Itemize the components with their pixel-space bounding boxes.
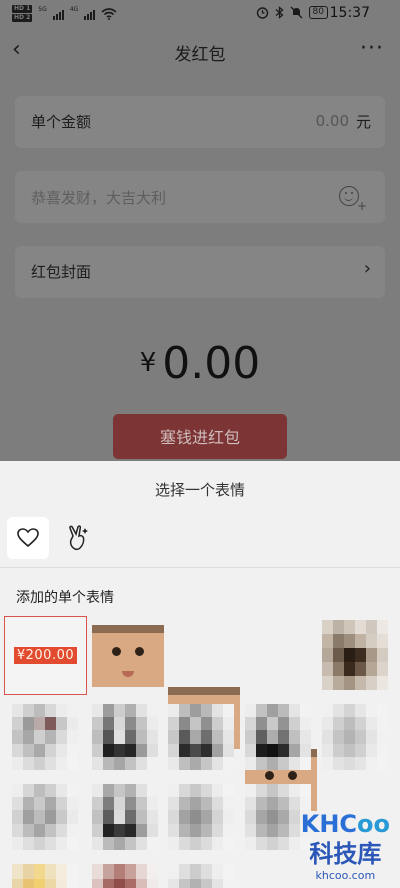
tab-favorites[interactable] bbox=[7, 517, 49, 559]
watermark: KHCoo 科技库 khcoo.com bbox=[301, 810, 390, 882]
scissors-hand-icon bbox=[69, 525, 88, 551]
sticker-grid: ¥200.00 bbox=[0, 616, 400, 888]
signal-icon bbox=[52, 8, 64, 20]
sticker-item[interactable] bbox=[12, 864, 78, 888]
sticker-item[interactable] bbox=[12, 704, 78, 770]
status-bar: HD 1 HD 2 5G 4G 80 15:37 bbox=[0, 0, 400, 28]
title-bar: ‹ 发红包 ··· bbox=[0, 28, 400, 74]
mute-icon bbox=[290, 6, 303, 19]
sheet-title: 选择一个表情 bbox=[154, 481, 245, 499]
sim1-label: HD 1 bbox=[12, 5, 33, 13]
chevron-right-icon: › bbox=[363, 258, 371, 279]
page-title: 发红包 bbox=[174, 45, 226, 65]
amount-input[interactable]: 0.00 bbox=[316, 112, 349, 130]
sticker-item[interactable] bbox=[322, 704, 388, 770]
sticker-item[interactable] bbox=[92, 784, 158, 850]
sticker-item[interactable] bbox=[245, 704, 311, 770]
sim2-label: HD 2 bbox=[12, 14, 33, 22]
sticker-item[interactable] bbox=[168, 784, 234, 850]
sticker-tabs bbox=[0, 515, 400, 565]
sticker-item[interactable] bbox=[92, 704, 158, 770]
sim-indicator: HD 1 HD 2 bbox=[12, 5, 33, 22]
total-amount: ¥0.00 bbox=[0, 338, 400, 389]
sticker-item-selected[interactable]: ¥200.00 bbox=[4, 616, 87, 695]
watermark-url: khcoo.com bbox=[315, 869, 376, 882]
amount-label: 单个金额 bbox=[31, 113, 92, 131]
alarm-icon bbox=[256, 7, 268, 19]
tab-sticker-set[interactable] bbox=[58, 517, 100, 559]
section-label: 添加的单个表情 bbox=[16, 590, 114, 606]
battery-indicator: 80 bbox=[308, 6, 328, 19]
bluetooth-icon bbox=[275, 6, 284, 19]
cover-row[interactable]: 红包封面 › bbox=[15, 246, 385, 298]
watermark-name: 科技库 bbox=[309, 840, 382, 868]
message-input[interactable]: 恭喜发财，大吉大利 bbox=[31, 187, 166, 208]
network-type-1: 5G bbox=[38, 6, 47, 13]
amount-unit: 元 bbox=[355, 113, 371, 131]
clock: 15:37 bbox=[329, 5, 370, 21]
sticker-item[interactable] bbox=[168, 864, 234, 888]
more-dots-icon[interactable]: ··· bbox=[360, 36, 384, 61]
total-value: 0.00 bbox=[162, 338, 261, 389]
sticker-item[interactable] bbox=[322, 620, 388, 690]
amount-row[interactable]: 单个金额 0.00 元 bbox=[15, 96, 385, 148]
send-button[interactable]: 塞钱进红包 bbox=[113, 414, 287, 459]
signal-icon-2 bbox=[84, 8, 96, 20]
cover-label: 红包封面 bbox=[31, 263, 92, 281]
heart-icon bbox=[17, 528, 39, 548]
network-type-2: 4G bbox=[69, 6, 79, 13]
currency-symbol: ¥ bbox=[139, 348, 157, 378]
sticker-amount-text: ¥200.00 bbox=[13, 647, 78, 664]
sticker-sheet: 选择一个表情 添加的单个表情 ¥200.00 KHCoo 科技库 khcoo.c… bbox=[0, 461, 400, 888]
sticker-item[interactable] bbox=[92, 864, 158, 888]
wifi-icon bbox=[101, 7, 117, 20]
message-row[interactable]: 恭喜发财，大吉大利 bbox=[15, 171, 385, 223]
emoji-add-icon[interactable] bbox=[339, 186, 367, 213]
sticker-item[interactable] bbox=[168, 704, 234, 770]
sticker-item[interactable] bbox=[92, 625, 164, 687]
sticker-item[interactable] bbox=[12, 784, 78, 850]
divider bbox=[0, 567, 400, 568]
